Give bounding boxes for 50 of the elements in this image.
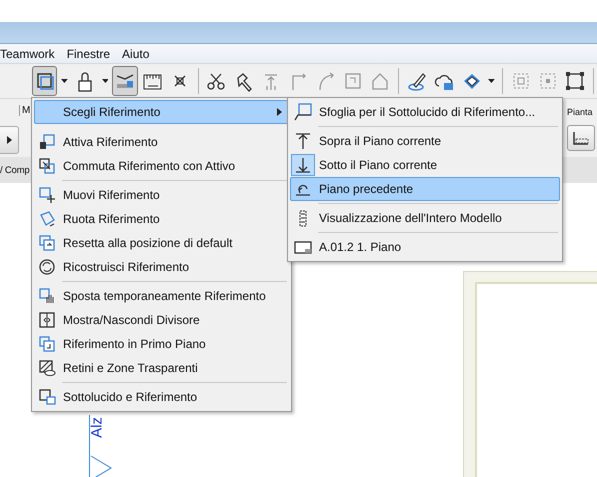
menu-item[interactable]: Piano precedente [290, 177, 560, 201]
menu-item[interactable]: Sopra il Piano corrente [290, 129, 560, 153]
reset-icon [38, 234, 56, 252]
bring-front-icon [38, 335, 56, 353]
menu-item[interactable]: Sottolucido e Riferimento [34, 385, 289, 409]
caret-icon [61, 79, 68, 83]
rotate-icon [38, 210, 56, 228]
menu-item[interactable]: A.01.2 1. Piano [290, 235, 560, 259]
hatch-icon [572, 130, 590, 146]
menu-item[interactable]: Resetta alla posizione di default [34, 231, 289, 255]
menu-item[interactable]: Attiva Riferimento [34, 130, 289, 154]
menu-item[interactable]: Commuta Riferimento con Attivo [34, 154, 289, 178]
selection-icon [564, 70, 586, 92]
elevation-line [89, 415, 90, 477]
elevation-marker-icon [90, 455, 112, 477]
menu-item[interactable]: Mostra/Nascondi Divisore [34, 308, 289, 332]
menu-item[interactable]: Finestre [66, 46, 116, 62]
menu-item[interactable]: Sotto il Piano corrente [290, 153, 560, 177]
panel-label: M [19, 105, 30, 116]
caret-icon [488, 79, 495, 83]
caret-icon [102, 79, 108, 83]
plan-button[interactable] [567, 125, 595, 151]
panel-label: Pianta [567, 107, 594, 117]
menu-item[interactable]: Sfoglia per il Sottolucido di Riferimento... [290, 100, 560, 124]
arrow-right-icon [6, 136, 12, 144]
up-arrow-icon [294, 132, 312, 150]
toolbar-button[interactable] [112, 66, 138, 96]
layers-icon [38, 388, 56, 406]
down-arrow-icon [294, 156, 312, 174]
menu-item[interactable]: Visualizzazione dell'Intero Modello [290, 206, 560, 230]
hand-icon [38, 287, 56, 305]
menu-item[interactable]: Retini e Zone Trasparenti [34, 356, 289, 380]
menu-item[interactable]: Ricostruisci Riferimento [34, 255, 289, 279]
move-icon [38, 186, 56, 204]
menu-item[interactable]: Teamwork [0, 46, 61, 62]
swap-icon [38, 157, 56, 175]
menu-item[interactable]: Aiuto [122, 46, 156, 62]
menu-item[interactable]: Scegli Riferimento [34, 100, 289, 124]
elevation-label: Alz [88, 416, 106, 440]
refresh-icon [38, 258, 56, 276]
menu-item[interactable]: Sposta temporaneamente Riferimento [34, 284, 289, 308]
menu-item[interactable]: Ruota Riferimento [34, 207, 289, 231]
toolbar-button[interactable] [32, 66, 58, 96]
menu-item[interactable]: Riferimento in Primo Piano [34, 332, 289, 356]
tab[interactable]: / Comp [0, 164, 30, 176]
hatch-icon [38, 359, 56, 377]
menu-item[interactable]: Muovi Riferimento [34, 183, 289, 207]
corner-icon [38, 133, 56, 151]
arrow-button[interactable] [0, 126, 19, 154]
laptop-icon [294, 103, 312, 121]
